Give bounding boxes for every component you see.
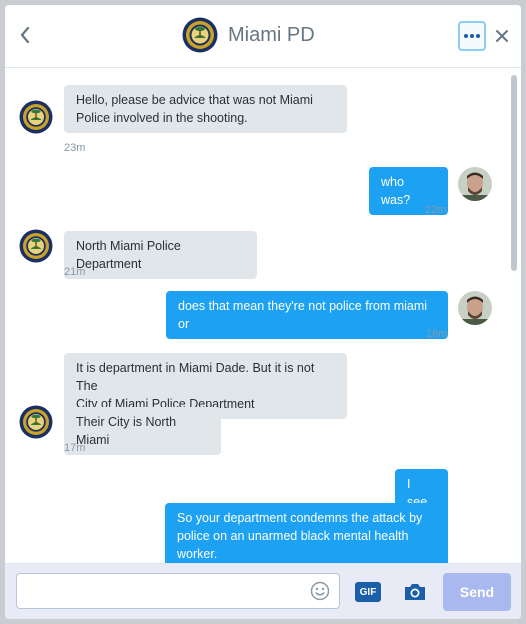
page-title: Miami PD (228, 23, 315, 46)
miami-pd-seal-avatar[interactable] (19, 405, 53, 439)
message-text-line: It is department in Miami Dade. But it i… (76, 361, 315, 393)
conversation-header: Miami PD (5, 5, 521, 68)
message-timestamp: 22m (425, 204, 447, 216)
close-button[interactable] (492, 25, 512, 47)
miami-pd-seal-avatar (182, 17, 218, 53)
message-composer: GIF Send (5, 563, 521, 619)
gif-button[interactable]: GIF (355, 582, 381, 602)
message-bubble-incoming[interactable]: Hello, please be advice that was not Mia… (64, 85, 347, 133)
chevron-left-icon (20, 26, 30, 44)
user-avatar-image (458, 167, 492, 201)
message-text-line: Police involved in the shooting. (76, 111, 248, 125)
back-button[interactable] (15, 23, 35, 47)
message-text-line: Their City is North Miami (76, 415, 177, 447)
message-bubble-incoming[interactable]: North Miami Police Department (64, 231, 257, 279)
message-timestamp: 23m (64, 142, 86, 154)
message-text-line: Hello, please be advice that was not Mia… (76, 93, 313, 107)
miami-pd-seal-avatar[interactable] (19, 100, 53, 134)
message-text-line: does that mean they're not police from m… (178, 299, 428, 331)
message-timestamp: 18m (426, 328, 448, 340)
message-text-line: police on an unarmed black mental health (177, 529, 409, 543)
more-options-button[interactable] (458, 21, 486, 51)
message-list[interactable]: Hello, please be advice that was not Mia… (5, 69, 521, 563)
message-timestamp: 21m (64, 266, 86, 278)
miami-pd-seal-avatar[interactable] (19, 229, 53, 263)
message-text-line: worker. (177, 547, 218, 561)
user-avatar-image (458, 291, 492, 325)
scrollbar-thumb[interactable] (511, 75, 517, 271)
user-avatar[interactable] (458, 291, 492, 325)
emoji-icon[interactable] (310, 581, 330, 601)
message-timestamp: 17m (64, 442, 86, 454)
message-text-line: North Miami Police Department (76, 239, 181, 271)
camera-icon[interactable] (402, 580, 428, 604)
more-dots-icon (464, 34, 480, 38)
message-bubble-incoming[interactable]: Their City is North Miami (64, 407, 221, 455)
user-avatar[interactable] (458, 167, 492, 201)
send-button[interactable]: Send (443, 573, 511, 611)
dm-window: Miami PD Hello, please be advice that wa… (5, 5, 521, 619)
conversation-title-group[interactable]: Miami PD (182, 17, 315, 53)
message-bubble-outgoing[interactable]: does that mean they're not police from m… (166, 291, 448, 339)
message-bubble-outgoing[interactable]: So your department condemns the attack b… (165, 503, 448, 563)
close-icon (496, 30, 508, 42)
message-input[interactable] (16, 573, 340, 609)
message-text-line: So your department condemns the attack b… (177, 511, 423, 525)
